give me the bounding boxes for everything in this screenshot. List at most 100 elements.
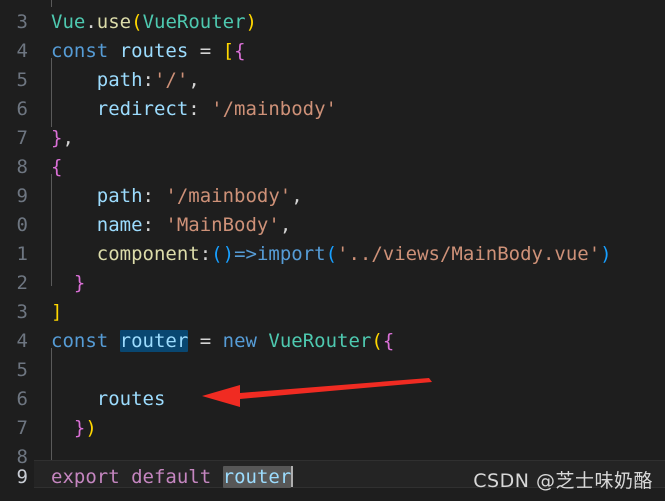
token-routes: routes [119,40,189,62]
code-line-9[interactable]: path: '/mainbody', [51,182,303,211]
code-content[interactable]: ( Vue.use(VueRouter) const routes = [{ p… [0,0,665,501]
code-line-3[interactable]: Vue.use(VueRouter) [51,8,257,37]
line-number: 4 [16,40,28,62]
code-line-5[interactable]: path:'/', [51,66,200,95]
token-component-key: component [96,243,200,265]
token-colon-space: : [188,98,212,120]
line-number: 5 [16,69,28,91]
token-path-key: path [96,185,143,207]
line-number: 6 [16,388,28,410]
token-vuerouter: VueRouter [142,11,246,33]
line-number: 3 [16,301,28,323]
token-brace-close: } [51,127,63,149]
partial-glyph: ( [51,0,62,2]
line-number: 1 [16,243,28,265]
token-brace-close: } [73,417,86,439]
text-cursor [291,466,294,487]
token-use: use [96,11,132,33]
token-brace-open: { [234,40,246,62]
token-colon-space: : [142,214,166,236]
token-paren-open: ( [371,330,383,352]
token-colon: : [199,243,212,265]
token-paren-open: ( [325,243,338,265]
code-line-13[interactable]: ] [51,298,62,327]
token-routes: routes [96,388,166,410]
token-vuerouter: VueRouter [268,330,372,352]
token-arrow-fn: => [234,243,257,265]
token-paren-open: ( [131,11,143,33]
token-bracket-open: [ [222,40,235,62]
token-dot: . [85,11,97,33]
token-import-path-string: '../views/MainBody.vue' [337,243,601,265]
token-empty-parens: () [211,243,235,265]
token-vue: Vue [51,11,86,33]
line-number-gutter: 3 4 5 6 7 8 9 0 1 2 3 4 5 6 7 8 9 [0,0,34,501]
token-comma: , [188,69,200,91]
token-router-selected[interactable]: router [119,330,189,352]
line-number: 9 [16,185,28,207]
code-line-11[interactable]: component:()=>import('../views/MainBody.… [51,240,612,269]
token-name-key: name [96,214,143,236]
token-comma: , [62,127,74,149]
token-paren-close: ) [85,417,97,439]
token-export: export [51,466,120,488]
line-number-active: 9 [16,466,28,488]
token-paren-close: ) [600,243,612,265]
line-number: 6 [16,98,28,120]
token-comma: , [279,214,292,236]
line-number: 3 [16,11,28,33]
csdn-watermark: CSDN @芝士味奶酪 [473,470,653,492]
token-root-string: '/' [153,69,189,91]
line-number: 0 [16,214,28,236]
code-line-6[interactable]: redirect: '/mainbody' [51,95,337,124]
token-const: const [51,40,109,62]
token-equals: = [188,40,223,62]
code-line-4[interactable]: const routes = [{ [51,37,246,66]
line-number: 2 [16,272,28,294]
token-brace-open: { [51,156,63,178]
token-brace-open: { [382,330,395,352]
token-mainbody-string: '/mainbody' [211,98,338,120]
code-line-19[interactable]: export default router [51,463,294,492]
token-new: new [222,330,257,352]
token-redirect-key: redirect [96,98,189,120]
token-router-occurrence[interactable]: router [222,466,292,488]
line-number: 7 [16,127,28,149]
line-number: 5 [16,359,28,381]
code-line-14[interactable]: const router = new VueRouter({ [51,327,394,356]
token-mainbody-string: '/mainbody' [165,185,292,207]
token-equals: = [188,330,223,352]
code-line-10[interactable]: name: 'MainBody', [51,211,292,240]
code-line-8[interactable]: { [51,153,62,182]
line-number: 8 [16,156,28,178]
code-editor[interactable]: 3 4 5 6 7 8 9 0 1 2 3 4 5 6 7 8 9 ( Vue.… [0,0,665,501]
token-brace-close: } [73,272,86,294]
token-colon: : [142,69,154,91]
token-default: default [131,466,212,488]
line-number: 7 [16,417,28,439]
token-paren-close: ) [245,11,257,33]
token-comma: , [291,185,303,207]
token-colon-space: : [142,185,166,207]
code-line-16[interactable]: routes [51,385,166,414]
code-line-12[interactable]: } [51,269,85,298]
code-line-17[interactable]: }) [51,414,97,443]
partial-line-above: ( [51,0,62,6]
code-line-7[interactable]: }, [51,124,74,153]
token-path-key: path [96,69,143,91]
token-bracket-close: ] [51,301,63,323]
line-number: 4 [16,330,28,352]
